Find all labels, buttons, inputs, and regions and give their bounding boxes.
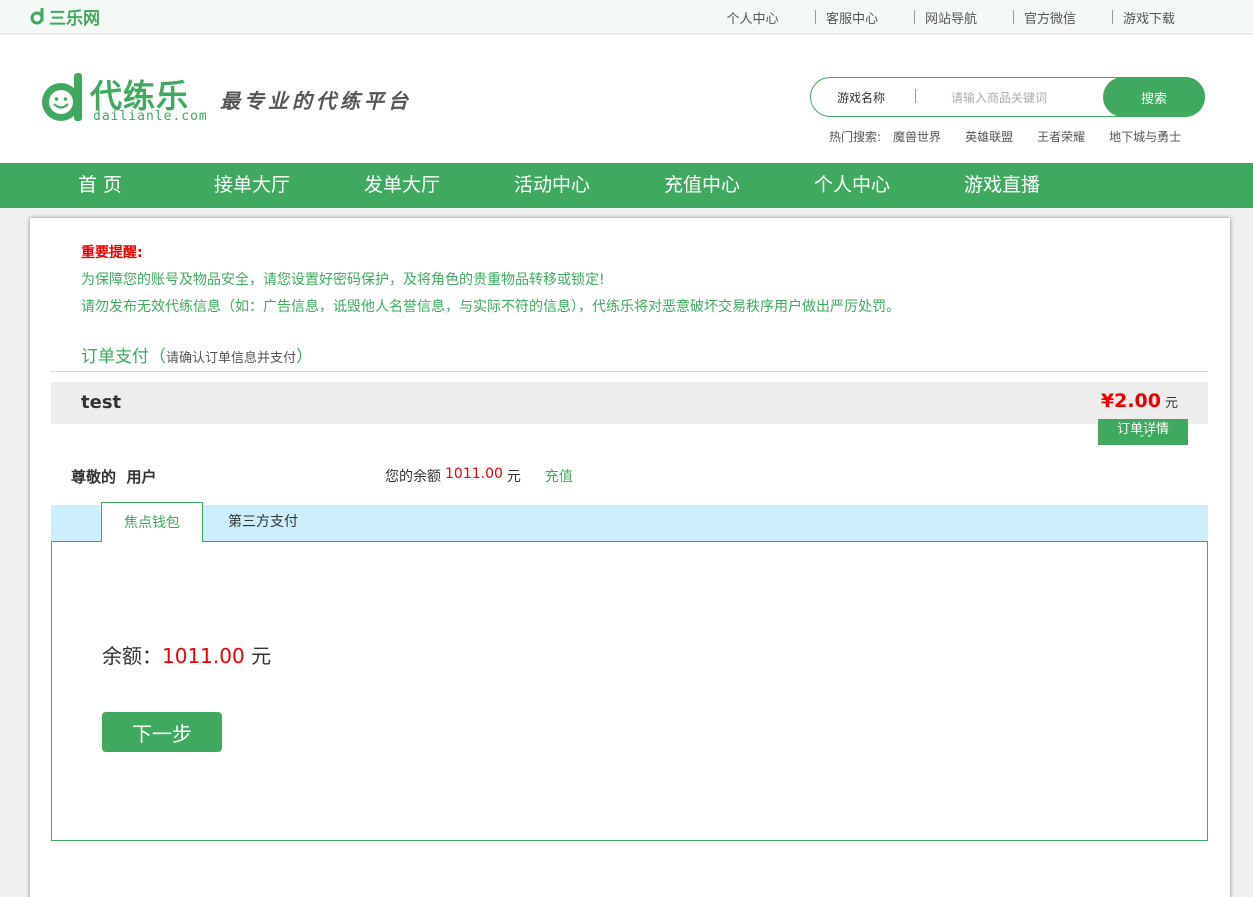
balance-unit: 元	[506, 469, 521, 485]
search-button[interactable]: 搜索	[1103, 77, 1205, 117]
hot-search-link[interactable]: 英雄联盟	[965, 128, 1013, 145]
wallet-balance: 余额：1011.00 元	[102, 640, 271, 669]
double-chevron-down-icon: ⌄⌄	[1138, 430, 1154, 440]
notice-line: 为保障您的账号及物品安全，请您设置好密码保护，及将角色的贵重物品转移或锁定!	[81, 272, 605, 288]
next-step-button[interactable]: 下一步	[102, 712, 222, 752]
order-name: test	[81, 392, 122, 413]
nav-item-activities[interactable]: 活动中心	[514, 163, 590, 208]
divider	[915, 89, 916, 103]
nav-item-order-hall[interactable]: 接单大厅	[214, 163, 290, 208]
section-title: 订单支付（请确认订单信息并支付）	[81, 347, 314, 367]
nav-item-live[interactable]: 游戏直播	[964, 163, 1040, 208]
divider	[1112, 10, 1113, 24]
hot-searches-label: 热门搜索:	[829, 130, 882, 144]
order-detail-button[interactable]: 订单详情 ⌄⌄	[1098, 419, 1188, 445]
top-link-wechat[interactable]: 官方微信	[1013, 8, 1112, 27]
recharge-link[interactable]: 充值	[545, 466, 573, 486]
nav-item-recharge[interactable]: 充值中心	[664, 163, 740, 208]
top-bar: 三乐网 个人中心 客服中心 网站导航 官方微信 游戏下载	[0, 0, 1253, 34]
site-logo[interactable]: 三乐网	[30, 4, 100, 29]
order-summary: test ¥2.00 元	[51, 382, 1208, 424]
search-input[interactable]	[951, 86, 1101, 110]
top-link-label: 官方微信	[1024, 11, 1077, 27]
slogan: 最专业的代练平台	[220, 89, 412, 113]
header: 代练乐 dailianle.com 最专业的代练平台 游戏名称 搜索 热门搜索:…	[0, 35, 1253, 163]
notice: 重要提醒: 为保障您的账号及物品安全，请您设置好密码保护，及将角色的贵重物品转移…	[81, 240, 900, 321]
nav-item-personal[interactable]: 个人中心	[814, 163, 890, 208]
divider	[50, 371, 1208, 372]
top-link-download[interactable]: 游戏下载	[1112, 8, 1211, 27]
top-link-label: 游戏下载	[1123, 11, 1176, 27]
balance-amount: 1011.00	[445, 466, 503, 482]
divider	[815, 10, 816, 24]
wallet-panel: 余额：1011.00 元 下一步	[51, 541, 1208, 841]
divider	[1013, 10, 1014, 24]
nav-item-home[interactable]: 首 页	[78, 163, 122, 208]
balance-label: 您的余额	[385, 469, 441, 485]
payment-card: 重要提醒: 为保障您的账号及物品安全，请您设置好密码保护，及将角色的贵重物品转移…	[30, 218, 1230, 897]
user-greeting: 尊敬的 用户	[71, 468, 157, 486]
brand-logo[interactable]: 代练乐 dailianle.com	[40, 69, 212, 127]
brand-domain: dailianle.com	[93, 109, 208, 124]
top-link-label: 网站导航	[925, 11, 978, 27]
main-nav: 首 页 接单大厅 发单大厅 活动中心 充值中心 个人中心 游戏直播	[0, 163, 1253, 208]
order-price: ¥2.00 元	[1101, 390, 1178, 412]
nav-item-publish-hall[interactable]: 发单大厅	[364, 163, 440, 208]
search-category-select[interactable]: 游戏名称	[837, 89, 885, 106]
payment-tabs: 焦点钱包 第三方支付	[51, 502, 1208, 542]
top-link-service[interactable]: 客服中心	[815, 8, 914, 27]
wallet-balance-label: 余额：	[102, 644, 162, 668]
brand-mark: 代练乐 dailianle.com	[40, 69, 212, 127]
tab-third-party[interactable]: 第三方支付	[213, 502, 313, 542]
order-price-value: ¥2.00	[1100, 390, 1161, 412]
order-price-unit: 元	[1164, 396, 1178, 411]
section-title-text: 订单支付	[81, 347, 149, 367]
balance-row: 您的余额 1011.00 元 充值	[385, 466, 573, 486]
top-link-sitemap[interactable]: 网站导航	[914, 8, 1013, 27]
hot-search-link[interactable]: 魔兽世界	[893, 128, 941, 145]
hot-searches: 热门搜索: 魔兽世界 英雄联盟 王者荣耀 地下城与勇士	[829, 128, 1205, 145]
top-link-personal[interactable]: 个人中心	[690, 8, 815, 27]
top-link-label: 客服中心	[826, 11, 879, 27]
tab-wallet[interactable]: 焦点钱包	[101, 502, 203, 542]
top-nav: 个人中心 客服中心 网站导航 官方微信 游戏下载	[690, 0, 1211, 34]
hot-search-link[interactable]: 地下城与勇士	[1109, 128, 1181, 145]
top-link-label: 个人中心	[726, 11, 779, 27]
section-subtitle: 请确认订单信息并支付	[166, 351, 297, 366]
hot-search-link[interactable]: 王者荣耀	[1037, 128, 1085, 145]
logo-icon	[30, 8, 44, 25]
search-box: 游戏名称 搜索	[810, 77, 1205, 117]
notice-line: 请勿发布无效代练信息（如：广告信息，诋毁他人名誉信息，与实际不符的信息），代练乐…	[81, 299, 900, 315]
divider	[914, 10, 915, 24]
wallet-balance-amount: 1011.00	[162, 644, 245, 668]
smiley-logo-icon	[42, 73, 82, 121]
site-logo-text: 三乐网	[49, 8, 100, 29]
notice-title: 重要提醒:	[81, 245, 143, 261]
wallet-balance-unit: 元	[251, 644, 272, 668]
